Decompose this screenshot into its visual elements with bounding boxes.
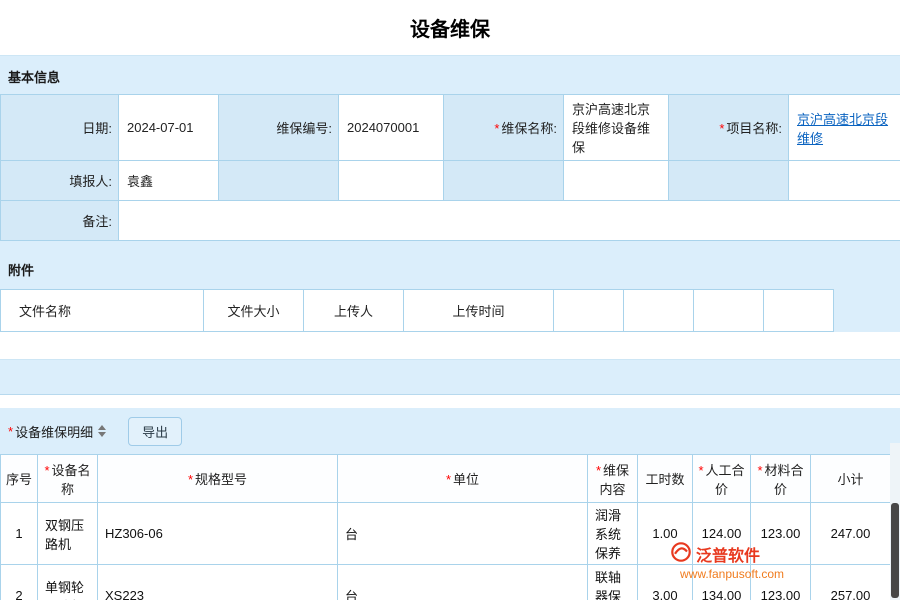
attach-header-filesize: 文件大小 (204, 290, 304, 332)
cell-serial: 2 (1, 565, 38, 600)
col-header-equipment-name: *设备名称 (38, 455, 98, 503)
attachments-table: 文件名称 文件大小 上传人 上传时间 (0, 289, 834, 332)
required-mark: * (446, 472, 451, 487)
required-mark: * (596, 463, 601, 478)
col-header-unit: *单位 (338, 455, 588, 503)
attachments-empty-area (0, 332, 900, 360)
details-header-row: 序号 *设备名称 *规格型号 *单位 *维保内容 工时数 *人工合价 *材料合价… (1, 455, 891, 503)
col-header-labor-total: *人工合价 (693, 455, 751, 503)
watermark: 泛普软件 www.fanpusoft.com (670, 541, 784, 581)
spacer (0, 360, 900, 394)
basic-info-form: 日期: 2024-07-01 维保编号: 2024070001 *维保名称: 京… (0, 94, 900, 241)
cell-serial: 1 (1, 503, 38, 565)
empty-label-cell (444, 161, 564, 201)
date-label: 日期: (1, 95, 119, 161)
details-section-header: * 设备维保明细 导出 (0, 408, 900, 454)
equipment-maintenance-page: 设备维保 基本信息 日期: 2024-07-01 维保编号: 202407000… (0, 0, 900, 600)
scrollbar-thumb[interactable] (891, 503, 899, 598)
col-header-serial: 序号 (1, 455, 38, 503)
required-mark: * (188, 472, 193, 487)
watermark-url: www.fanpusoft.com (680, 567, 784, 581)
cell-model: HZ306-06 (98, 503, 338, 565)
watermark-brand: 泛普软件 (696, 542, 760, 566)
col-header-subtotal: 小计 (811, 455, 891, 503)
cell-equipment-name: 双钢压路机 (38, 503, 98, 565)
required-mark: * (44, 463, 49, 478)
attach-header-empty (764, 290, 834, 332)
attach-header-empty (554, 290, 624, 332)
required-mark: * (494, 121, 499, 136)
reporter-value: 袁鑫 (119, 161, 219, 201)
main-panel: 基本信息 日期: 2024-07-01 维保编号: 2024070001 *维保… (0, 55, 900, 600)
empty-value-cell (564, 161, 669, 201)
attach-header-empty (624, 290, 694, 332)
required-mark: * (719, 121, 724, 136)
required-mark: * (757, 463, 762, 478)
cell-model: XS223 (98, 565, 338, 600)
attach-header-uploader: 上传人 (304, 290, 404, 332)
required-mark: * (698, 463, 703, 478)
cell-equipment-name: 单钢轮压路机 (38, 565, 98, 600)
empty-label-cell (669, 161, 789, 201)
empty-label-cell (219, 161, 339, 201)
page-title: 设备维保 (410, 13, 490, 42)
col-header-material-total: *材料合价 (751, 455, 811, 503)
details-section-title: 设备维保明细 (15, 422, 93, 441)
empty-value-cell (789, 161, 900, 201)
cell-subtotal: 257.00 (811, 565, 891, 600)
project-name-label: *项目名称: (669, 95, 789, 161)
project-name-cell: 京沪高速北京段维修 (789, 95, 900, 161)
attach-header-filename: 文件名称 (1, 290, 204, 332)
remark-value (119, 201, 900, 241)
sort-spinner-icon[interactable] (98, 425, 106, 437)
required-mark: * (8, 424, 13, 439)
attach-header-empty (694, 290, 764, 332)
remark-label: 备注: (1, 201, 119, 241)
col-header-hours: 工时数 (638, 455, 693, 503)
maintenance-name-label: *维保名称: (444, 95, 564, 161)
basic-info-section-title: 基本信息 (0, 56, 900, 94)
code-label: 维保编号: (219, 95, 339, 161)
project-link[interactable]: 京沪高速北京段维修 (797, 112, 888, 146)
col-header-model: *规格型号 (98, 455, 338, 503)
cell-unit: 台 (338, 503, 588, 565)
cell-subtotal: 247.00 (811, 503, 891, 565)
col-header-content: *维保内容 (588, 455, 638, 503)
export-button[interactable]: 导出 (128, 417, 182, 446)
maintenance-name-value: 京沪高速北京段维修设备维保 (564, 95, 669, 161)
vertical-scrollbar[interactable] (890, 443, 900, 600)
date-value: 2024-07-01 (119, 95, 219, 161)
attach-header-uploadtime: 上传时间 (404, 290, 554, 332)
cell-content: 联轴器保养 (588, 565, 638, 600)
reporter-label: 填报人: (1, 161, 119, 201)
cell-unit: 台 (338, 565, 588, 600)
empty-value-cell (339, 161, 444, 201)
title-bar: 设备维保 (0, 0, 900, 55)
fanpu-logo-icon (670, 541, 692, 566)
code-value: 2024070001 (339, 95, 444, 161)
divider-strip (0, 394, 900, 408)
cell-content: 润滑系统保养 (588, 503, 638, 565)
attachments-section-title: 附件 (0, 241, 900, 289)
